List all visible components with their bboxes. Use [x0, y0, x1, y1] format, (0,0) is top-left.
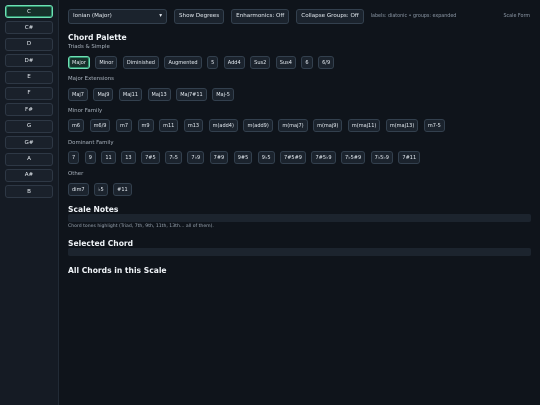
show-degrees-button[interactable]: Show Degrees — [174, 8, 225, 24]
chord-chip[interactable]: m(add9) — [243, 119, 273, 132]
group-label-major-extensions: Major Extensions — [68, 76, 114, 82]
chord-chip[interactable]: Maj13 — [147, 88, 171, 101]
key-button-d[interactable]: D — [5, 37, 53, 51]
key-button-c[interactable]: C — [5, 5, 53, 18]
key-button-g[interactable]: G — [5, 119, 53, 133]
chord-chip[interactable]: Maj11 — [118, 88, 143, 101]
key-button-f[interactable]: F — [5, 86, 53, 100]
chord-chip[interactable]: Sus4 — [275, 56, 296, 69]
selected-chord-panel — [68, 248, 531, 256]
labels-hint: labels: diatonic • groups: expanded — [370, 13, 457, 19]
chord-chip[interactable]: 13 — [121, 151, 136, 164]
chord-chip[interactable]: m(maj7) — [278, 119, 308, 132]
chord-chip[interactable]: 6 — [301, 56, 313, 69]
chord-chip[interactable]: Maj7 — [68, 88, 88, 101]
scale-select-value: Ionian (Major) — [73, 13, 112, 19]
chord-chip[interactable]: 7#9 — [209, 151, 229, 164]
scale-notes-strip — [68, 214, 531, 222]
chord-chip[interactable]: m7-5 — [423, 119, 445, 132]
all-chords-title: All Chords in this Scale — [68, 266, 167, 275]
chord-chip[interactable]: #11 — [113, 183, 132, 196]
chord-chip[interactable]: m(add4) — [208, 119, 238, 132]
chord-chip[interactable]: 9 — [84, 151, 96, 164]
chord-chip[interactable]: Augmented — [164, 56, 202, 69]
chord-chip[interactable]: 7♭5#9 — [341, 151, 366, 164]
chord-chip[interactable]: Add4 — [223, 56, 245, 69]
chord-chip[interactable]: Maj7#11 — [176, 88, 207, 101]
chord-chip[interactable]: m9 — [137, 119, 154, 132]
group-label-triads: Triads & Simple — [68, 44, 110, 50]
chord-chip[interactable]: Minor — [95, 56, 118, 69]
minor-family-chip-row: m6 m6/9 m7 m9 m11 m13 m(add4) m(add9) m(… — [68, 119, 450, 132]
chord-chip[interactable]: dim7 — [68, 183, 89, 196]
chord-chip[interactable]: 7 — [68, 151, 80, 164]
selected-chord-title: Selected Chord — [68, 239, 134, 248]
chord-chip[interactable]: m11 — [159, 119, 179, 132]
other-chip-row: dim7 ♭5 #11 — [68, 183, 137, 196]
toolbar: Ionian (Major) ▾ Show Degrees Enharmonic… — [68, 8, 532, 24]
chord-chip[interactable]: ♭5 — [94, 183, 108, 196]
chord-chip[interactable]: 9#5 — [233, 151, 253, 164]
dominant-family-chip-row: 7 9 11 13 7#5 7♭5 7♭9 7#9 9#5 9♭5 7#5#9 … — [68, 151, 426, 164]
chord-chip[interactable]: 7#5#9 — [280, 151, 306, 164]
chord-chip[interactable]: 6/9 — [318, 56, 335, 69]
key-button-e[interactable]: E — [5, 70, 53, 84]
chord-chip[interactable]: m6/9 — [89, 119, 111, 132]
chord-chip[interactable]: 7#11 — [398, 151, 421, 164]
chord-chip[interactable]: 7#5 — [141, 151, 160, 164]
major-extensions-chip-row: Maj7 Maj9 Maj11 Maj13 Maj7#11 Maj-5 — [68, 88, 239, 101]
chord-chip[interactable]: m7 — [115, 119, 133, 132]
key-button-g-sharp[interactable]: G# — [5, 136, 53, 150]
scale-notes-title: Scale Notes — [68, 205, 119, 214]
key-button-f-sharp[interactable]: F# — [5, 103, 53, 117]
chord-chip[interactable]: 7#5♭9 — [311, 151, 336, 164]
enharmonics-toggle[interactable]: Enharmonics: Off — [231, 8, 290, 24]
chord-chip[interactable]: Sus2 — [250, 56, 271, 69]
collapse-groups-toggle[interactable]: Collapse Groups: Off — [296, 8, 364, 24]
key-button-a[interactable]: A — [5, 152, 53, 166]
key-button-a-sharp[interactable]: A# — [5, 168, 53, 182]
key-button-b[interactable]: B — [5, 185, 53, 199]
chord-chip[interactable]: m(maj11) — [347, 119, 381, 132]
chord-chip[interactable]: m(maj13) — [385, 119, 419, 132]
chord-chip[interactable]: 9♭5 — [257, 151, 275, 164]
triads-chip-row: Major Minor Diminished Augmented 5 Add4 … — [68, 56, 340, 69]
scale-notes-hint: Chord tones highlight (Triad, 7th, 9th, … — [68, 224, 214, 229]
chord-chip[interactable]: Major — [68, 56, 90, 69]
chord-chip[interactable]: Diminished — [122, 56, 159, 69]
main-panel: Ionian (Major) ▾ Show Degrees Enharmonic… — [68, 0, 532, 405]
chord-chip[interactable]: m6 — [68, 119, 85, 132]
chord-chip[interactable]: Maj-5 — [212, 88, 234, 101]
chord-chip[interactable]: m13 — [183, 119, 204, 132]
chord-chip[interactable]: Maj9 — [93, 88, 114, 101]
chevron-down-icon: ▾ — [159, 13, 162, 19]
group-label-other: Other — [68, 171, 84, 177]
scale-select[interactable]: Ionian (Major) ▾ — [68, 8, 167, 24]
key-button-c-sharp[interactable]: C# — [5, 21, 53, 35]
key-sidebar: C C# D D# E F F# G G# A A# B — [0, 0, 59, 405]
chord-chip[interactable]: 7♭5 — [165, 151, 182, 164]
scale-form-label: Scale Form — [503, 13, 530, 19]
chord-palette-title: Chord Palette — [68, 33, 127, 42]
chord-chip[interactable]: 7♭9 — [187, 151, 205, 164]
chord-chip[interactable]: 11 — [101, 151, 116, 164]
chord-chip[interactable]: m(maj9) — [313, 119, 343, 132]
key-button-d-sharp[interactable]: D# — [5, 54, 53, 68]
group-label-minor-family: Minor Family — [68, 108, 103, 114]
chord-chip[interactable]: 7♭5♭9 — [370, 151, 393, 164]
chord-chip[interactable]: 5 — [207, 56, 219, 69]
group-label-dominant-family: Dominant Family — [68, 140, 114, 146]
